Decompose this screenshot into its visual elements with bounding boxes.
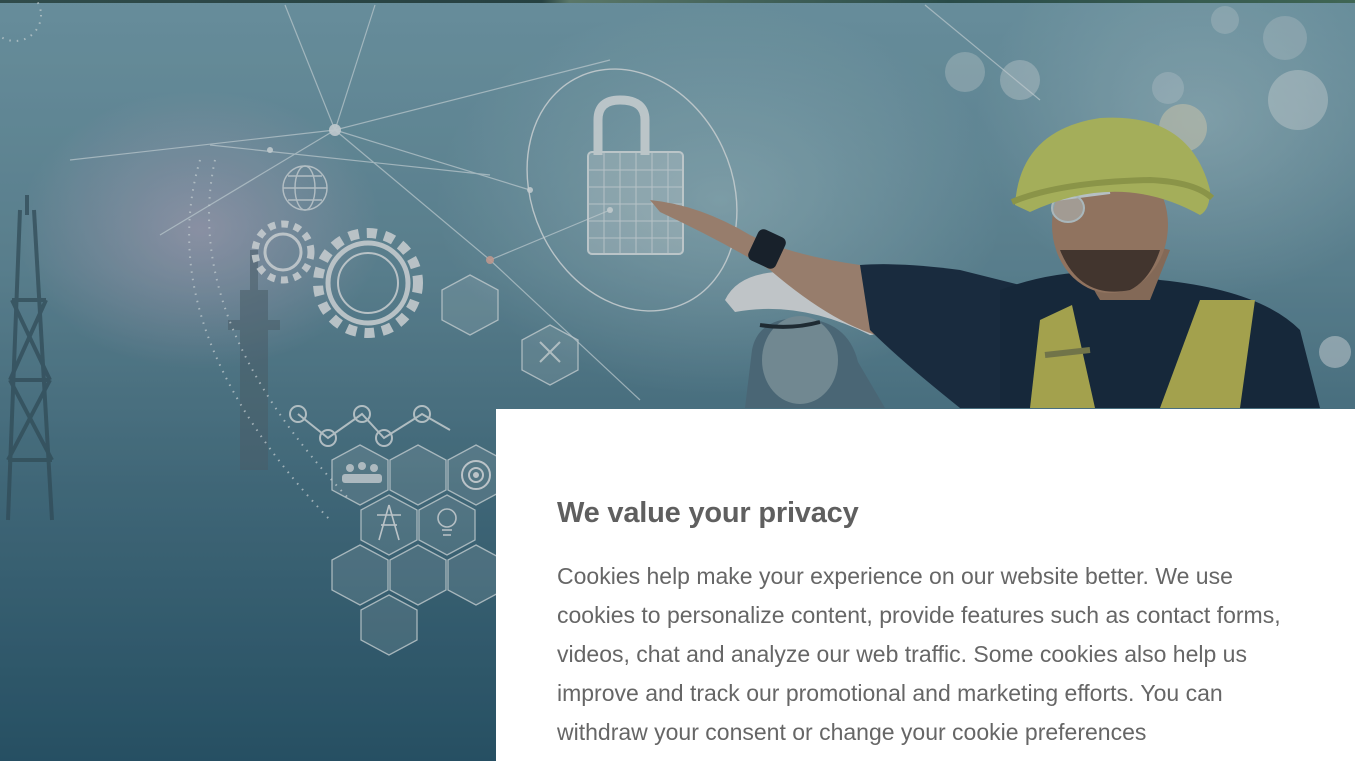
gear-icon <box>251 220 423 338</box>
cookie-consent-panel: We value your privacy Cookies help make … <box>496 409 1355 761</box>
consent-title: We value your privacy <box>557 497 859 529</box>
oil-rig-center <box>228 250 280 470</box>
page: We value your privacy Cookies help make … <box>0 0 1355 761</box>
globe-icon <box>282 165 328 211</box>
network-node-icon <box>289 405 451 447</box>
network-nodes <box>267 124 613 264</box>
consent-description: Cookies help make your experience on our… <box>557 563 1281 745</box>
oil-rig-left <box>6 195 54 521</box>
